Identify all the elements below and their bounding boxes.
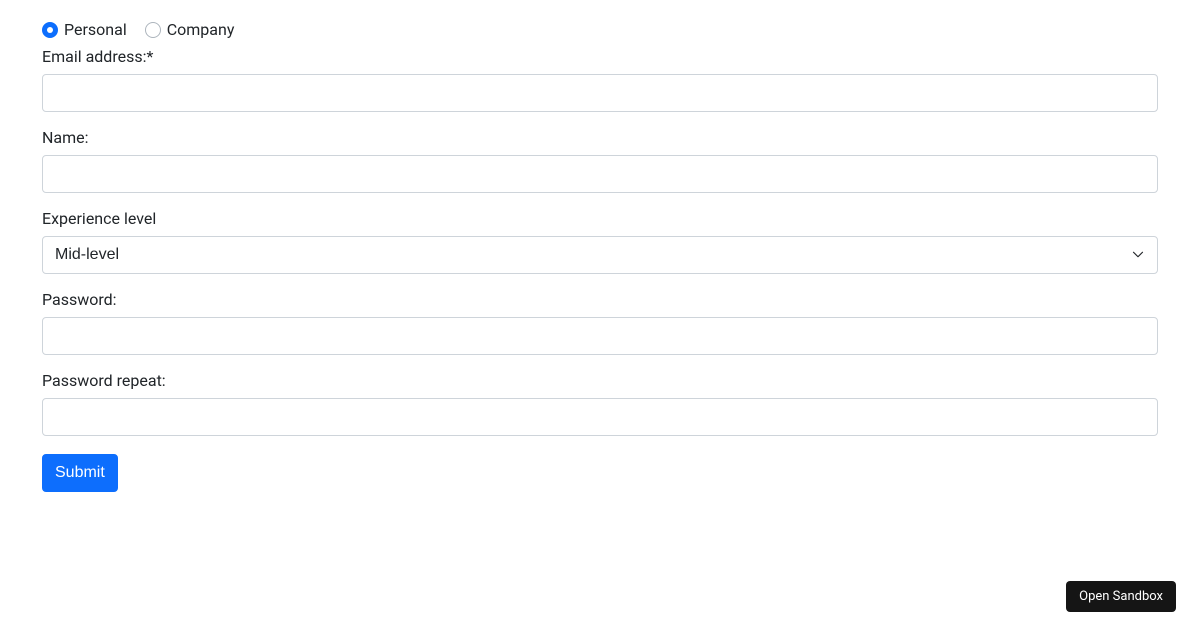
radio-company[interactable]: Company xyxy=(145,20,235,39)
password-field[interactable] xyxy=(42,317,1158,355)
experience-select[interactable]: Mid-level xyxy=(42,236,1158,274)
open-sandbox-button[interactable]: Open Sandbox xyxy=(1066,581,1176,612)
radio-indicator-icon xyxy=(42,22,58,38)
experience-select-wrapper: Mid-level xyxy=(42,236,1158,274)
experience-group: Experience level Mid-level xyxy=(42,209,1158,274)
password-label: Password: xyxy=(42,290,1158,309)
account-type-radio-group: Personal Company xyxy=(42,20,1158,39)
password-group: Password: xyxy=(42,290,1158,355)
submit-button[interactable]: Submit xyxy=(42,454,118,492)
name-label: Name: xyxy=(42,128,1158,147)
password-repeat-field[interactable] xyxy=(42,398,1158,436)
radio-label-company: Company xyxy=(167,20,235,39)
name-group: Name: xyxy=(42,128,1158,193)
password-repeat-label: Password repeat: xyxy=(42,371,1158,390)
password-repeat-group: Password repeat: xyxy=(42,371,1158,436)
name-field[interactable] xyxy=(42,155,1158,193)
radio-label-personal: Personal xyxy=(64,20,127,39)
form-container: Personal Company Email address:* Name: E… xyxy=(0,0,1200,512)
radio-indicator-icon xyxy=(145,22,161,38)
radio-personal[interactable]: Personal xyxy=(42,20,127,39)
email-group: Email address:* xyxy=(42,47,1158,112)
email-label: Email address:* xyxy=(42,47,1158,66)
experience-label: Experience level xyxy=(42,209,1158,228)
email-field[interactable] xyxy=(42,74,1158,112)
